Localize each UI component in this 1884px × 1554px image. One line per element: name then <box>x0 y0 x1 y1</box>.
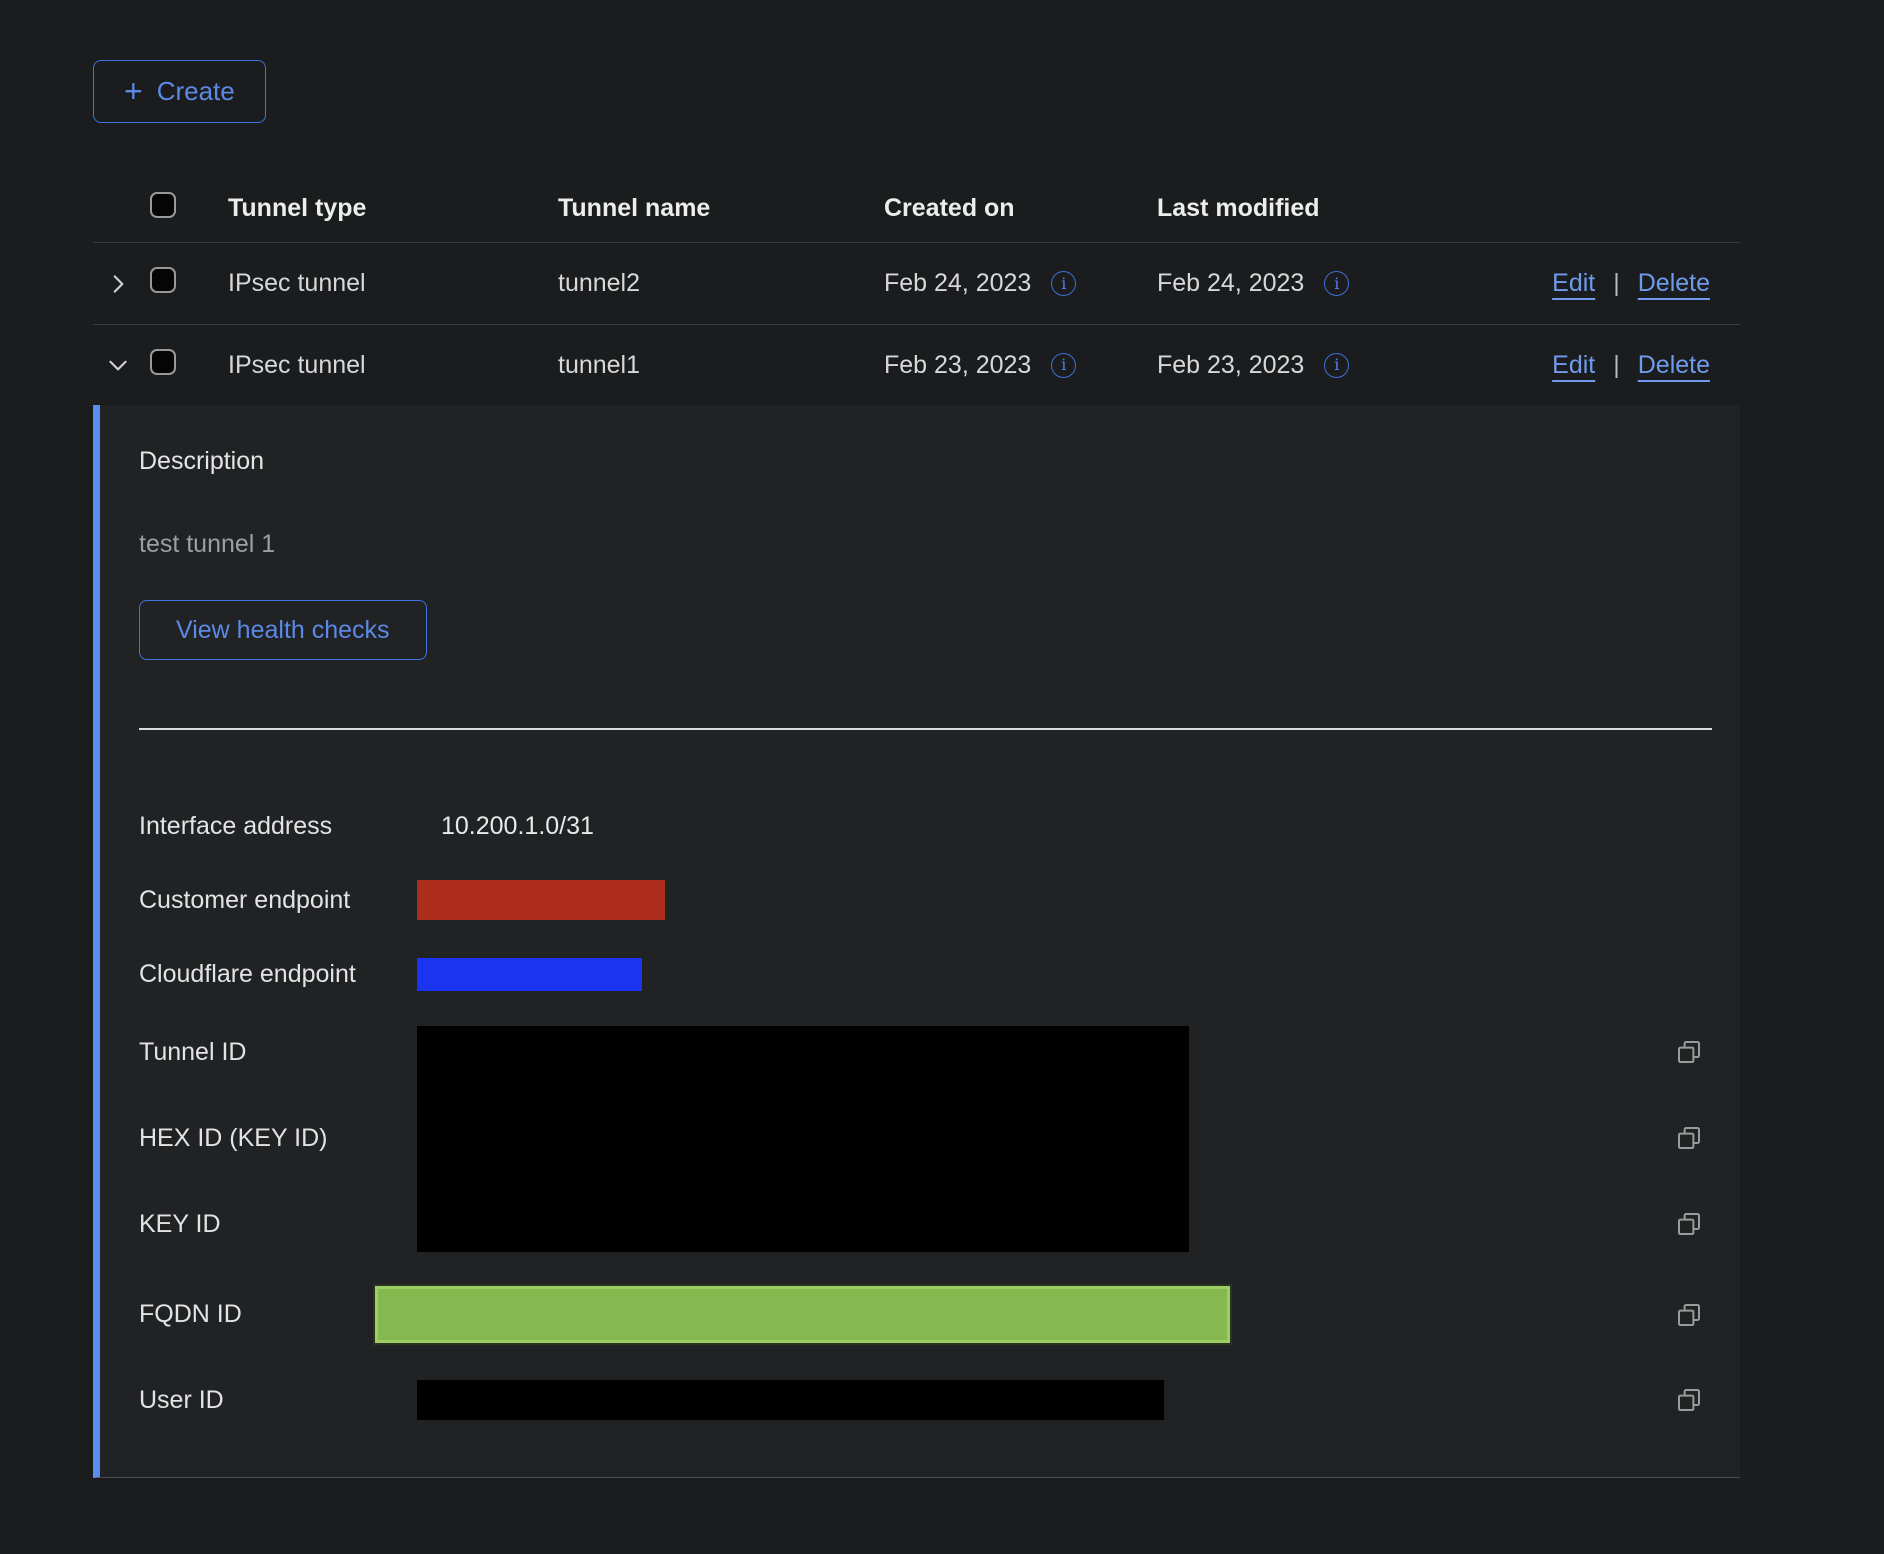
copy-fqdn-id-button[interactable] <box>1674 1300 1704 1330</box>
copy-icon <box>1674 1385 1704 1415</box>
header-last-modified: Last modified <box>1157 194 1447 223</box>
delete-link[interactable]: Delete <box>1638 351 1710 380</box>
action-separator: | <box>1613 351 1620 380</box>
cell-tunnel-type: IPsec tunnel <box>228 351 558 380</box>
interface-address-value: 10.200.1.0/31 <box>417 812 594 841</box>
copy-tunnel-id-button[interactable] <box>1674 1037 1704 1067</box>
detail-row-cloudflare-endpoint: Cloudflare endpoint <box>139 954 1740 994</box>
copy-icon <box>1674 1123 1704 1153</box>
field-label: Cloudflare endpoint <box>139 960 417 989</box>
copy-user-id-button[interactable] <box>1674 1385 1704 1415</box>
detail-row-user-id: User ID <box>139 1380 1740 1420</box>
copy-icon <box>1674 1037 1704 1067</box>
field-label: FQDN ID <box>139 1300 375 1329</box>
detail-row-hex-id: HEX ID (KEY ID) <box>139 1095 1740 1181</box>
delete-link[interactable]: Delete <box>1638 269 1710 298</box>
header-created-on: Created on <box>884 194 1157 223</box>
field-label: Interface address <box>139 812 417 841</box>
tunnel-detail-fields: Interface address 10.200.1.0/31 Customer… <box>139 806 1740 1420</box>
action-separator: | <box>1613 269 1620 298</box>
panel-divider <box>139 728 1712 730</box>
info-icon[interactable]: i <box>1051 353 1076 378</box>
detail-row-key-id: KEY ID <box>139 1181 1740 1267</box>
user-id-redaction <box>417 1380 1164 1420</box>
detail-row-tunnel-id: Tunnel ID <box>139 1009 1740 1095</box>
tunnels-table: Tunnel type Tunnel name Created on Last … <box>93 175 1740 405</box>
customer-endpoint-redaction <box>417 880 665 920</box>
copy-icon <box>1674 1300 1704 1330</box>
field-label: Customer endpoint <box>139 886 417 915</box>
cell-created-on: Feb 24, 2023 <box>884 269 1031 298</box>
chevron-right-icon <box>105 271 131 297</box>
plus-icon: + <box>124 75 143 107</box>
create-button[interactable]: + Create <box>93 60 266 123</box>
cell-tunnel-name: tunnel1 <box>558 351 884 380</box>
header-tunnel-name: Tunnel name <box>558 194 884 223</box>
cell-last-modified: Feb 23, 2023 <box>1157 351 1304 380</box>
cell-created-on: Feb 23, 2023 <box>884 351 1031 380</box>
table-row: IPsec tunnel tunnel2 Feb 24, 2023 i Feb … <box>93 243 1740 325</box>
fqdn-id-redaction <box>375 1286 1230 1343</box>
tunnel-id-group: Tunnel ID HEX ID (KEY ID) KEY ID <box>139 1009 1740 1267</box>
tunnels-page: + Create Tunnel type Tunnel name Created… <box>0 0 1884 1554</box>
detail-row-customer-endpoint: Customer endpoint <box>139 880 1740 920</box>
info-icon[interactable]: i <box>1051 271 1076 296</box>
cell-last-modified: Feb 24, 2023 <box>1157 269 1304 298</box>
field-label: HEX ID (KEY ID) <box>139 1124 327 1153</box>
detail-row-fqdn-id: FQDN ID <box>139 1286 1740 1343</box>
copy-icon <box>1674 1209 1704 1239</box>
view-health-checks-button[interactable]: View health checks <box>139 600 427 660</box>
header-tunnel-type: Tunnel type <box>228 194 558 223</box>
create-button-label: Create <box>157 76 235 107</box>
copy-hex-id-button[interactable] <box>1674 1123 1704 1153</box>
chevron-down-icon <box>105 352 131 378</box>
info-icon[interactable]: i <box>1324 353 1349 378</box>
collapse-row-button[interactable] <box>105 352 131 378</box>
select-all-checkbox[interactable] <box>150 192 176 218</box>
description-value: test tunnel 1 <box>139 530 1740 559</box>
copy-key-id-button[interactable] <box>1674 1209 1704 1239</box>
info-icon[interactable]: i <box>1324 271 1349 296</box>
edit-link[interactable]: Edit <box>1552 269 1595 298</box>
cell-tunnel-name: tunnel2 <box>558 269 884 298</box>
tunnel-details-panel: Description test tunnel 1 View health ch… <box>93 405 1740 1478</box>
row-checkbox[interactable] <box>150 349 176 375</box>
table-header-row: Tunnel type Tunnel name Created on Last … <box>93 175 1740 243</box>
field-label: KEY ID <box>139 1210 221 1239</box>
field-label: Tunnel ID <box>139 1038 246 1067</box>
cloudflare-endpoint-redaction <box>417 958 642 991</box>
cell-tunnel-type: IPsec tunnel <box>228 269 558 298</box>
field-label: User ID <box>139 1386 417 1415</box>
expand-row-button[interactable] <box>105 271 131 297</box>
row-checkbox[interactable] <box>150 267 176 293</box>
edit-link[interactable]: Edit <box>1552 351 1595 380</box>
detail-row-interface-address: Interface address 10.200.1.0/31 <box>139 806 1740 846</box>
description-label: Description <box>139 447 1740 476</box>
table-row: IPsec tunnel tunnel1 Feb 23, 2023 i Feb … <box>93 325 1740 405</box>
